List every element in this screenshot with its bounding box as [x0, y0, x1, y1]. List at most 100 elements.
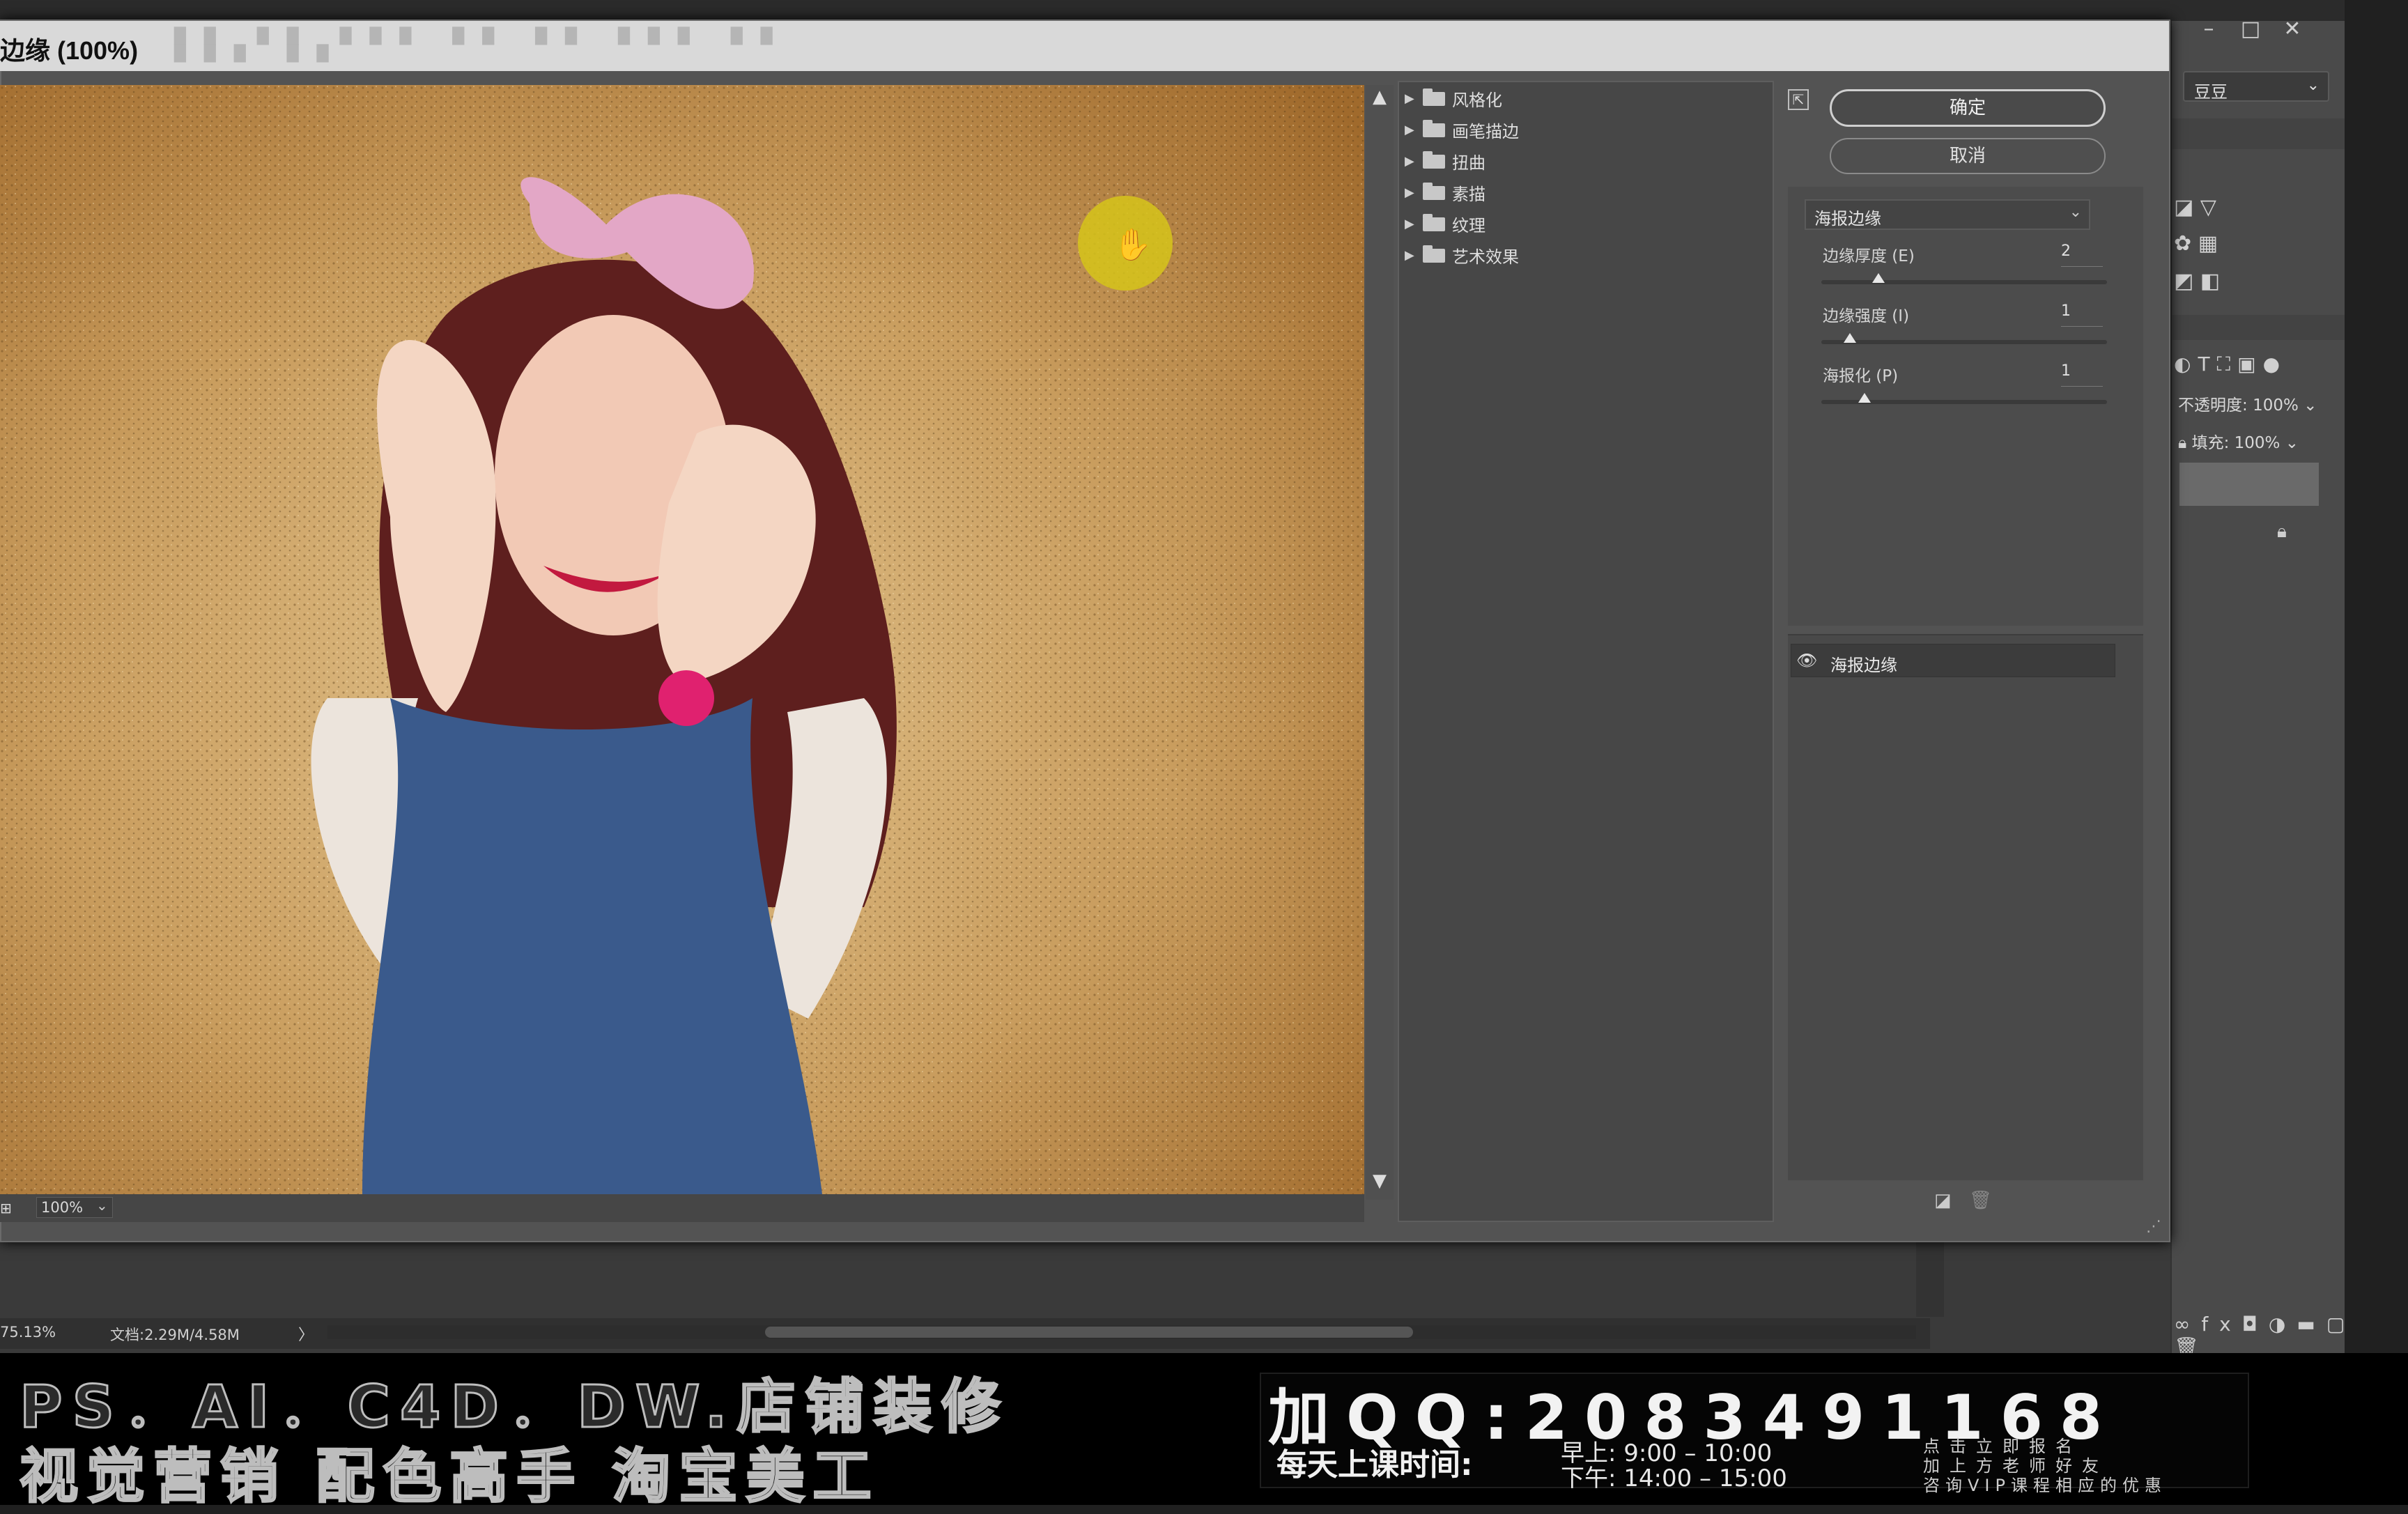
expand-triangle-icon[interactable]: ▶: [1405, 154, 1423, 169]
chevron-down-icon[interactable]: ⌄: [96, 1197, 117, 1218]
layers-panel-header: [2172, 315, 2345, 340]
curves-icon[interactable]: ◪: [2174, 195, 2193, 219]
panel-header: [2172, 118, 2345, 149]
lock-all-icon[interactable]: 🔒︎: [2178, 434, 2186, 452]
smart-object-filter-icon[interactable]: ▣: [2237, 353, 2262, 376]
ad-time-afternoon: 下午: 14:00 – 15:00: [1561, 1465, 1787, 1492]
ad-schedule-label: 每天上课时间:: [1276, 1447, 1473, 1483]
fill-row: 🔒︎ 填充: 100% ⌄: [2178, 429, 2342, 456]
trash-icon[interactable]: 🗑︎: [1969, 1190, 1992, 1211]
chevron-down-icon: ⌄: [2306, 77, 2320, 94]
collapse-gallery-button[interactable]: ⇱: [1788, 89, 1809, 110]
param-slider-thumb[interactable]: [1872, 273, 1885, 283]
filter-folder[interactable]: ▶ 扭曲: [1405, 149, 1753, 177]
status-menu-arrow-icon[interactable]: 〉: [298, 1322, 319, 1344]
filter-folder[interactable]: ▶ 画笔描边: [1405, 118, 1753, 146]
fx-icon[interactable]: fx: [2201, 1313, 2241, 1336]
param-slider[interactable]: [1821, 340, 2107, 344]
filter-folder[interactable]: ▶ 素描: [1405, 180, 1753, 208]
filter-preview-canvas[interactable]: ✋: [0, 85, 1364, 1194]
ad-promo-line-1: 点击立即报名: [1923, 1437, 2082, 1456]
param-label: 边缘强度 (I): [1823, 307, 1910, 325]
gradient-map-icon[interactable]: ◧: [2200, 269, 2220, 293]
param-label: 边缘厚度 (E): [1823, 247, 1915, 265]
expand-triangle-icon[interactable]: ▶: [1405, 185, 1423, 200]
adjustment-filter-icon[interactable]: ◐: [2174, 353, 2198, 376]
workspace-preset-select[interactable]: 豆豆 ⌄: [2183, 71, 2329, 102]
resize-grip-icon[interactable]: ⋰: [2146, 1218, 2166, 1237]
status-zoom[interactable]: 75.13%: [0, 1324, 84, 1345]
folder-icon[interactable]: ▬: [2297, 1313, 2326, 1336]
adjustments-icons-row-3: ◩ ◧: [2174, 269, 2341, 297]
mask-icon[interactable]: ◘: [2242, 1313, 2269, 1336]
grid-icon[interactable]: ▦: [2198, 231, 2218, 256]
filter-select[interactable]: 海报边缘 ⌄: [1805, 199, 2090, 230]
folder-icon: [1423, 213, 1445, 231]
filter-folder-label: 素描: [1452, 185, 1485, 204]
dialog-title: 边缘 (100%): [0, 36, 139, 65]
type-filter-icon[interactable]: T: [2198, 353, 2216, 376]
svg-text:✋: ✋: [1113, 227, 1152, 263]
param-value-input[interactable]: 1: [2061, 362, 2103, 387]
chevron-down-icon[interactable]: ⌄: [2285, 434, 2299, 452]
preview-scrollbar[interactable]: [1366, 85, 1394, 1200]
toggle-filter-icon[interactable]: ●: [2263, 353, 2287, 376]
adjustment-layer-icon[interactable]: ◑: [2269, 1313, 2297, 1336]
param-slider[interactable]: [1821, 280, 2107, 284]
close-icon[interactable]: ✕: [2271, 17, 2313, 41]
param-value-input[interactable]: 2: [2061, 242, 2103, 267]
eye-icon[interactable]: 👁︎: [1796, 651, 1817, 670]
zoom-bar: [0, 1194, 1364, 1222]
chevron-down-icon[interactable]: ⌄: [2303, 396, 2317, 415]
filter-folder[interactable]: ▶ 纹理: [1405, 212, 1753, 240]
filter-folder-label: 艺术效果: [1452, 247, 1519, 267]
fill-value[interactable]: 100%: [2235, 434, 2280, 452]
window-controls: – □ ✕: [2188, 17, 2327, 45]
expand-triangle-icon[interactable]: ▶: [1405, 91, 1423, 106]
layers-bottom-toolbar: ∞fx◘◑▬▢🗑︎: [2174, 1313, 2345, 1359]
opacity-label: 不透明度:: [2178, 396, 2248, 415]
restore-icon[interactable]: □: [2230, 17, 2271, 41]
shape-filter-icon[interactable]: ⛶: [2217, 353, 2238, 376]
filter-folder-label: 画笔描边: [1452, 122, 1519, 141]
folder-icon: [1423, 150, 1445, 169]
layer-row[interactable]: [2179, 463, 2319, 506]
expand-triangle-icon[interactable]: ▶: [1405, 123, 1423, 137]
horizontal-scroll-thumb[interactable]: [765, 1327, 1413, 1338]
minimize-icon[interactable]: –: [2188, 17, 2230, 41]
param-label: 海报化 (P): [1823, 367, 1899, 385]
new-layer-icon[interactable]: ▢: [2326, 1313, 2356, 1336]
opacity-value[interactable]: 100%: [2253, 396, 2299, 415]
selective-color-icon[interactable]: ◩: [2174, 269, 2193, 293]
ok-button[interactable]: 确定: [1830, 89, 2106, 127]
filter-folder-label: 扭曲: [1452, 153, 1485, 173]
param-slider-thumb[interactable]: [1858, 393, 1871, 403]
folder-icon: [1423, 182, 1445, 200]
filter-folder[interactable]: ▶ 艺术效果: [1405, 243, 1753, 271]
new-effect-layer-icon[interactable]: ◪: [1934, 1190, 1955, 1211]
filter-folder-label: 纹理: [1452, 216, 1485, 235]
filter-folder-label: 风格化: [1452, 91, 1502, 110]
status-doc-size: 文档:2.29M/4.58M: [110, 1327, 240, 1343]
cancel-button[interactable]: 取消: [1830, 138, 2106, 174]
param-value-input[interactable]: 1: [2061, 302, 2103, 327]
zoom-in-icon[interactable]: ⊞: [0, 1200, 15, 1216]
expand-triangle-icon[interactable]: ▶: [1405, 217, 1423, 231]
folder-icon: [1423, 88, 1445, 106]
adjustments-icons-row: ◪ ▽: [2174, 195, 2341, 223]
lock-icon: 🔒︎: [2277, 521, 2287, 542]
vibrance-icon[interactable]: ▽: [2200, 195, 2216, 219]
ad-promo-line-2: 加上方老师好友: [1923, 1456, 2108, 1476]
chevron-down-icon: ⌄: [2069, 203, 2082, 221]
vertical-scrollbar[interactable]: [1916, 1240, 1944, 1317]
color-balance-icon[interactable]: ✿: [2174, 231, 2191, 256]
filter-folder[interactable]: ▶ 风格化: [1405, 86, 1753, 114]
expand-triangle-icon[interactable]: ▶: [1405, 248, 1423, 263]
link-icon[interactable]: ∞: [2174, 1313, 2201, 1336]
scroll-down-icon[interactable]: ▼: [1368, 1171, 1391, 1193]
adjustments-icons-row-2: ✿ ▦: [2174, 231, 2341, 259]
scroll-up-icon[interactable]: ▲: [1368, 86, 1391, 109]
fill-label: 填充:: [2191, 434, 2230, 452]
effect-layer-row[interactable]: 海报边缘: [1791, 644, 2115, 677]
param-slider-thumb[interactable]: [1844, 333, 1856, 343]
